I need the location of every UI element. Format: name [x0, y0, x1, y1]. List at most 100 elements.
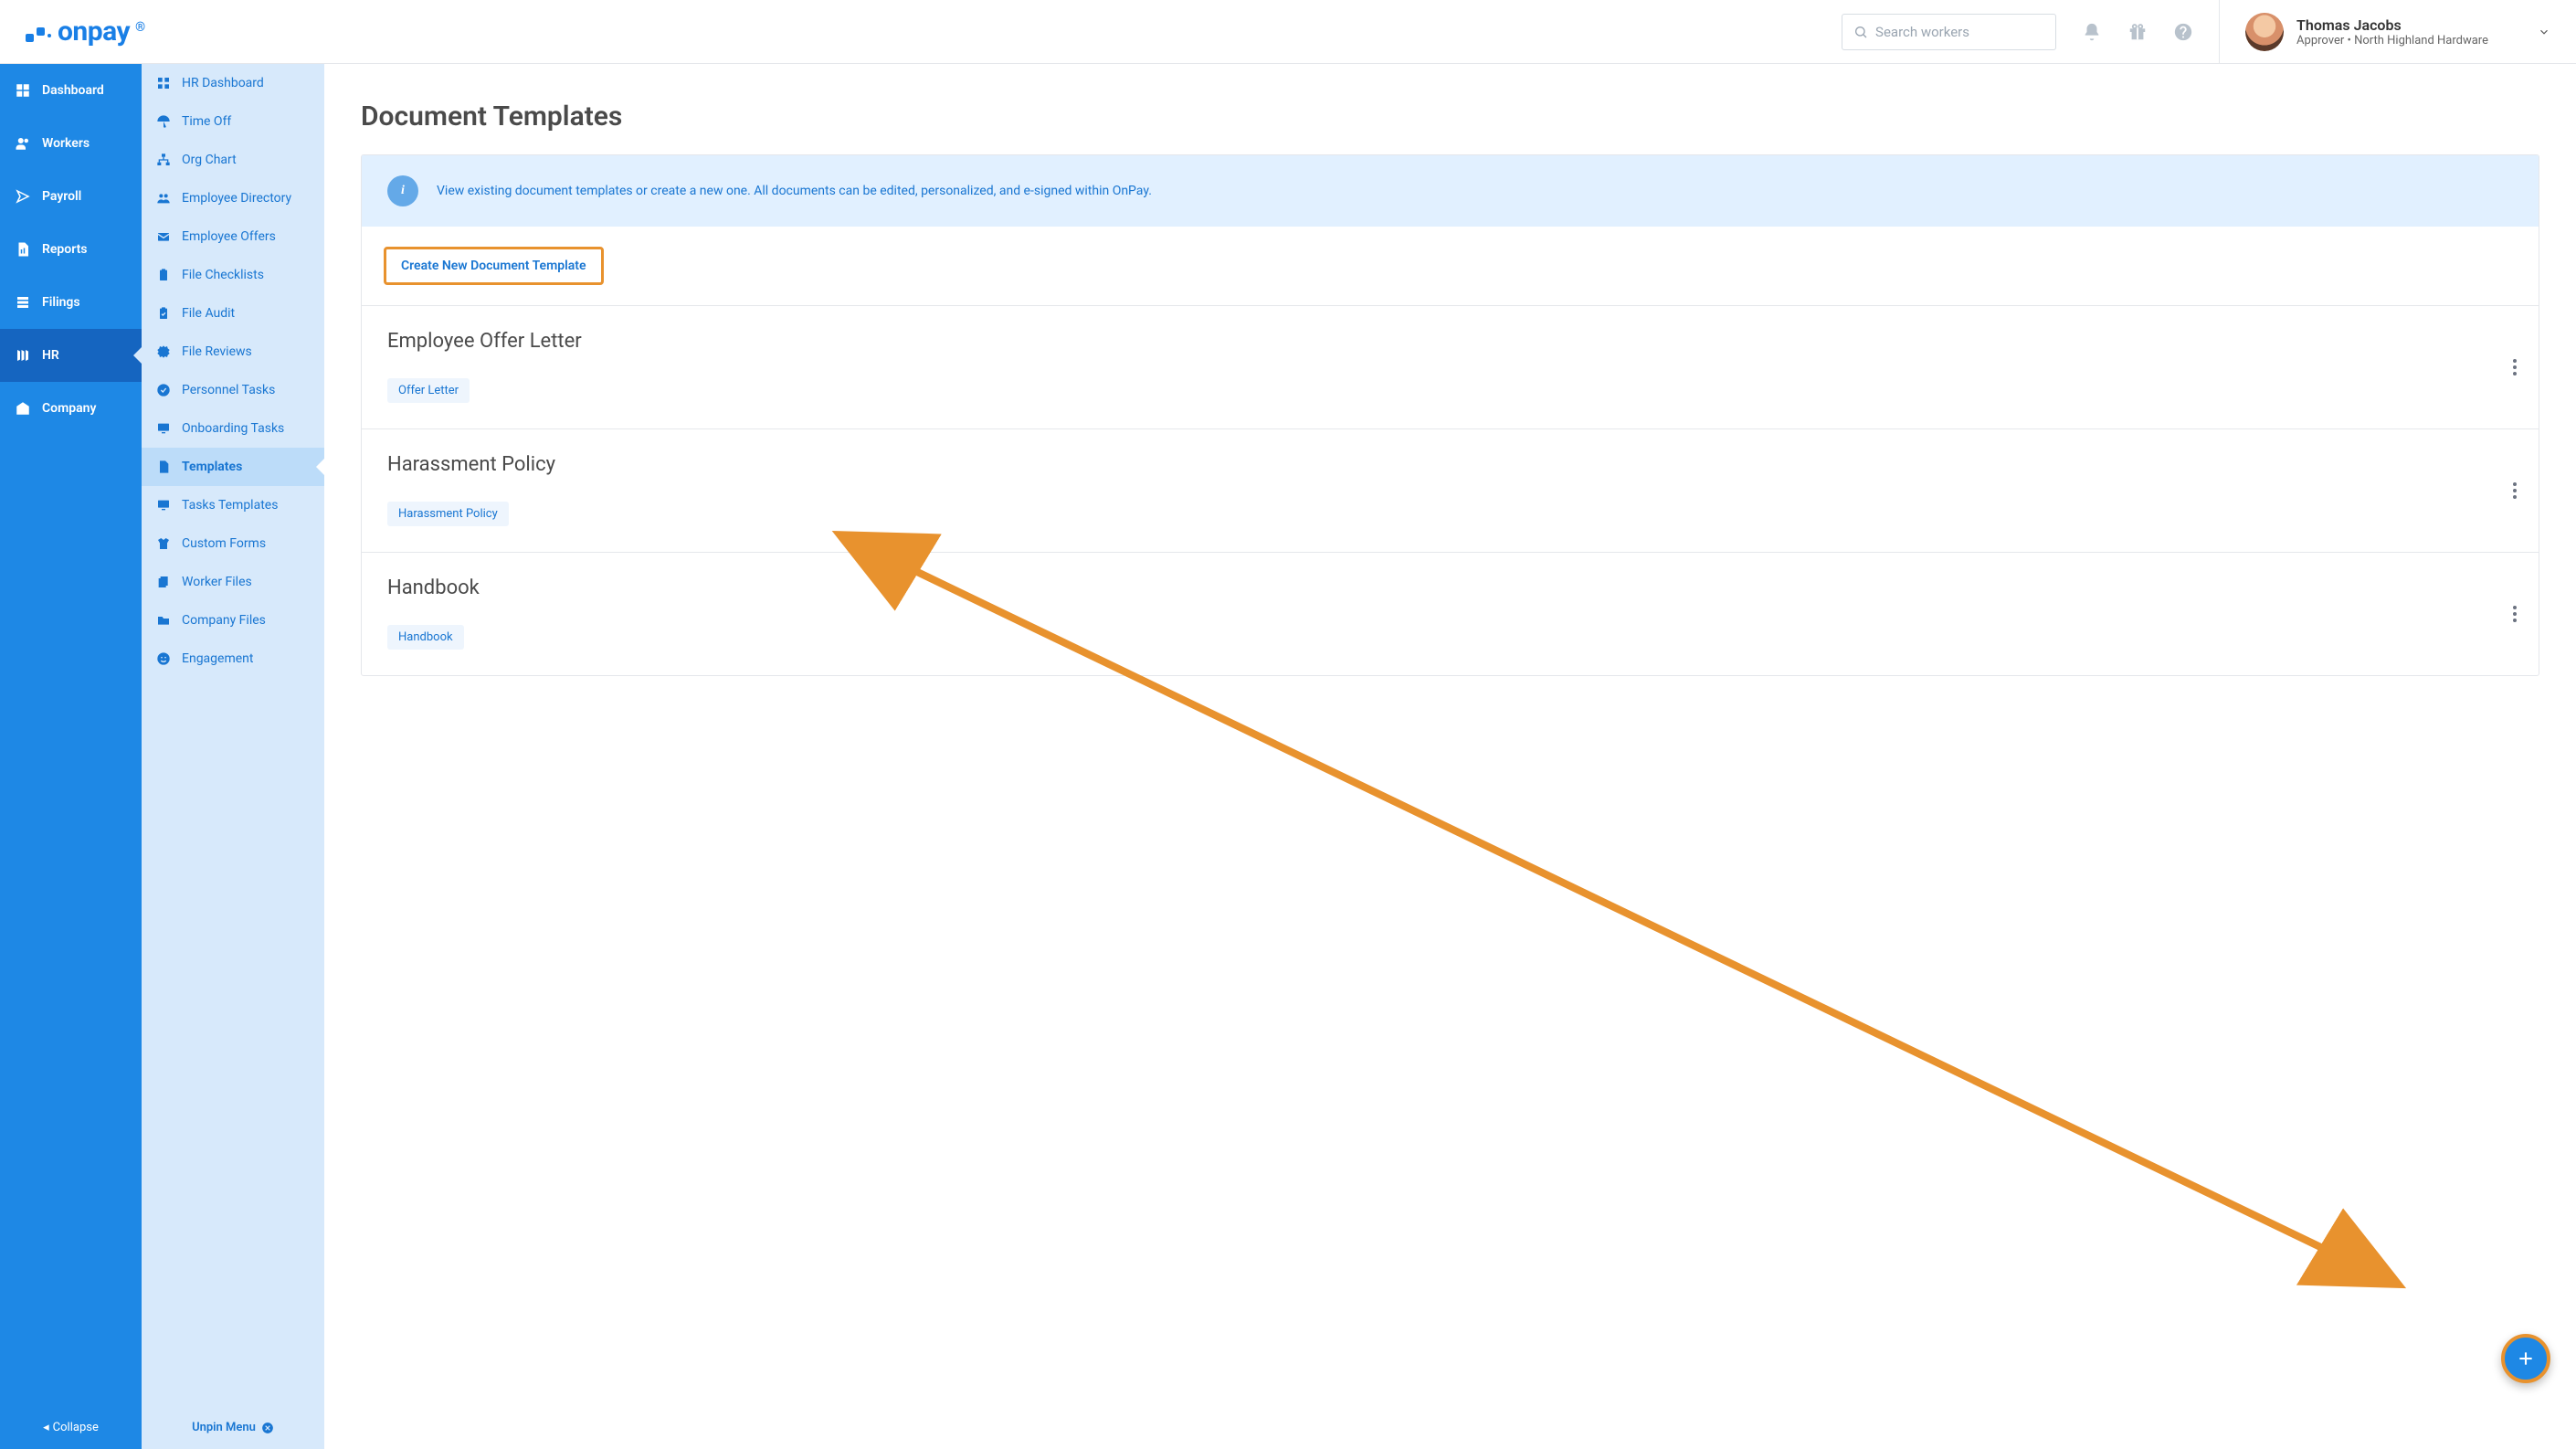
- sidebar-item-label: Employee Offers: [182, 229, 276, 244]
- search-icon: [1853, 25, 1868, 39]
- template-title: Handbook: [387, 576, 2513, 599]
- sidebar-item-label: Time Off: [182, 114, 231, 129]
- templates-card: i View existing document templates or cr…: [361, 154, 2539, 676]
- sidebar-item-label: Reports: [42, 242, 88, 257]
- sidebar-primary: Dashboard Workers Payroll Reports Filing…: [0, 64, 142, 1449]
- sidebar-item-label: Dashboard: [42, 83, 104, 98]
- sidebar-item-file-reviews[interactable]: File Reviews: [142, 333, 324, 371]
- sidebar-item-org-chart[interactable]: Org Chart: [142, 141, 324, 179]
- sidebar-item-label: Templates: [182, 460, 242, 474]
- chevron-left-icon: ◂: [43, 1421, 49, 1434]
- user-menu[interactable]: Thomas Jacobs Approver • North Highland …: [2219, 0, 2550, 63]
- kebab-menu[interactable]: [2513, 359, 2517, 375]
- search-input[interactable]: Search workers: [1842, 14, 2056, 50]
- main-content: Document Templates i View existing docum…: [324, 64, 2576, 1449]
- plus-icon: [2517, 1349, 2535, 1368]
- sidebar-item-custom-forms[interactable]: Custom Forms: [142, 524, 324, 563]
- sidebar-item-hr[interactable]: HR: [0, 329, 142, 382]
- sidebar-item-label: Onboarding Tasks: [182, 421, 284, 436]
- logo[interactable]: onpay®: [26, 16, 145, 48]
- check-circle-icon: [156, 383, 171, 397]
- sidebar-item-workers[interactable]: Workers: [0, 117, 142, 170]
- logo-text: onpay: [58, 16, 130, 48]
- company-icon: [15, 400, 31, 417]
- template-tag: Offer Letter: [387, 378, 470, 403]
- sidebar-item-filings[interactable]: Filings: [0, 276, 142, 329]
- help-icon[interactable]: [2173, 22, 2193, 42]
- avatar: [2245, 13, 2284, 51]
- sidebar-item-label: Org Chart: [182, 153, 237, 167]
- umbrella-icon: [156, 114, 171, 129]
- template-title: Harassment Policy: [387, 453, 2513, 476]
- sidebar-item-worker-files[interactable]: Worker Files: [142, 563, 324, 601]
- template-item[interactable]: Handbook Handbook: [362, 553, 2539, 675]
- sidebar-item-employee-directory[interactable]: Employee Directory: [142, 179, 324, 217]
- monitor-icon: [156, 498, 171, 513]
- files-icon: [156, 575, 171, 589]
- sidebar-item-label: File Reviews: [182, 344, 252, 359]
- collapse-label: Collapse: [53, 1421, 99, 1434]
- sidebar-item-tasks-templates[interactable]: Tasks Templates: [142, 486, 324, 524]
- sidebar-item-company-files[interactable]: Company Files: [142, 601, 324, 640]
- sidebar-item-label: Personnel Tasks: [182, 383, 275, 397]
- workers-icon: [15, 135, 31, 152]
- sidebar-item-onboarding-tasks[interactable]: Onboarding Tasks: [142, 409, 324, 448]
- sidebar-item-engagement[interactable]: Engagement: [142, 640, 324, 678]
- kebab-menu[interactable]: [2513, 606, 2517, 622]
- info-banner: i View existing document templates or cr…: [362, 155, 2539, 227]
- template-item[interactable]: Employee Offer Letter Offer Letter: [362, 306, 2539, 429]
- dashboard-icon: [15, 82, 31, 99]
- sidebar-item-label: HR: [42, 348, 59, 363]
- filings-icon: [15, 294, 31, 311]
- sidebar-item-company[interactable]: Company: [0, 382, 142, 435]
- user-text: Thomas Jacobs Approver • North Highland …: [2296, 16, 2488, 48]
- sidebar-item-dashboard[interactable]: Dashboard: [0, 64, 142, 117]
- create-template-button[interactable]: Create New Document Template: [384, 247, 604, 285]
- sidebar-item-hr-dashboard[interactable]: HR Dashboard: [142, 64, 324, 102]
- sidebar-item-label: Company Files: [182, 613, 266, 628]
- shirt-icon: [156, 536, 171, 551]
- info-icon: i: [387, 175, 418, 206]
- template-item[interactable]: Harassment Policy Harassment Policy: [362, 429, 2539, 553]
- gift-icon[interactable]: [2127, 22, 2148, 42]
- sidebar-item-label: Worker Files: [182, 575, 252, 589]
- org-icon: [156, 153, 171, 167]
- collapse-sidebar[interactable]: ◂ Collapse: [0, 1406, 142, 1449]
- info-text: View existing document templates or crea…: [437, 184, 1152, 198]
- template-title: Employee Offer Letter: [387, 330, 2513, 353]
- sidebar-item-label: File Audit: [182, 306, 235, 321]
- sidebar-secondary: HR Dashboard Time Off Org Chart Employee…: [142, 64, 324, 1449]
- kebab-menu[interactable]: [2513, 482, 2517, 499]
- clipboard-check-icon: [156, 306, 171, 321]
- badge-icon: [156, 344, 171, 359]
- clipboard-icon: [156, 268, 171, 282]
- sidebar-item-time-off[interactable]: Time Off: [142, 102, 324, 141]
- topbar: onpay® Search workers Thomas Jacobs Appr…: [0, 0, 2576, 64]
- logo-icon: [26, 27, 51, 36]
- close-circle-icon: [261, 1422, 274, 1434]
- document-icon: [156, 460, 171, 474]
- sidebar-item-templates[interactable]: Templates: [142, 448, 324, 486]
- template-tag: Handbook: [387, 625, 464, 650]
- sidebar-item-label: Employee Directory: [182, 191, 291, 206]
- search-placeholder: Search workers: [1875, 24, 1969, 40]
- sidebar-item-label: Company: [42, 401, 96, 416]
- sidebar-item-label: Filings: [42, 295, 80, 310]
- user-subtitle: Approver • North Highland Hardware: [2296, 34, 2488, 48]
- sidebar-item-file-checklists[interactable]: File Checklists: [142, 256, 324, 294]
- bell-icon[interactable]: [2082, 22, 2102, 42]
- sidebar-item-personnel-tasks[interactable]: Personnel Tasks: [142, 371, 324, 409]
- fab-add-button[interactable]: [2501, 1334, 2550, 1383]
- sidebar-item-label: Custom Forms: [182, 536, 266, 551]
- sidebar-item-payroll[interactable]: Payroll: [0, 170, 142, 223]
- sidebar-item-employee-offers[interactable]: Employee Offers: [142, 217, 324, 256]
- template-tag: Harassment Policy: [387, 502, 509, 526]
- unpin-menu[interactable]: Unpin Menu: [142, 1406, 324, 1449]
- folder-icon: [156, 613, 171, 628]
- topbar-icons: [2082, 22, 2193, 42]
- chevron-down-icon: [2538, 26, 2550, 38]
- sidebar-item-file-audit[interactable]: File Audit: [142, 294, 324, 333]
- sidebar-item-reports[interactable]: Reports: [0, 223, 142, 276]
- sidebar-item-label: HR Dashboard: [182, 76, 264, 90]
- unpin-label: Unpin Menu: [192, 1421, 256, 1434]
